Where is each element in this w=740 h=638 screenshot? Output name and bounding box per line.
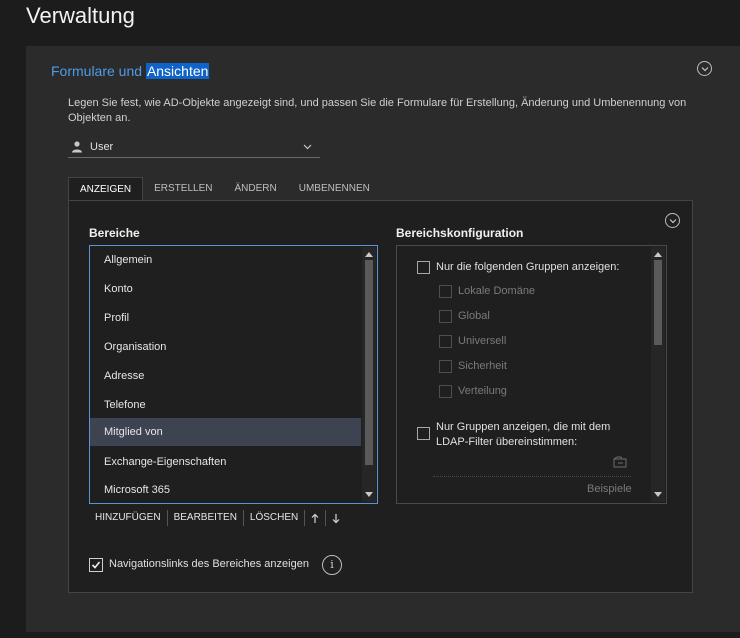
scroll-up-icon[interactable] [365,252,373,257]
group-type-label: Sicherheit [458,360,507,372]
list-item-allgemein[interactable]: Allgemein [90,246,361,274]
info-icon[interactable]: i [322,555,342,575]
list-item-adresse[interactable]: Adresse [90,362,361,390]
panel-collapse-chevron-icon[interactable] [665,213,680,228]
ldap-filter-checkbox[interactable] [417,427,430,440]
tab-umbenennen[interactable]: UMBENENNEN [288,177,381,201]
tab-panel-anzeigen: Bereiche Allgemein Konto Profil Organisa… [68,200,693,593]
list-item-mitglied-von[interactable]: Mitglied von [90,418,361,446]
form-tabs: ANZEIGEN ERSTELLEN ÄNDERN UMBENENNEN [68,177,381,201]
object-type-value: User [90,140,114,153]
list-item-microsoft-365[interactable]: Microsoft 365 [90,476,361,503]
card-collapse-chevron-icon[interactable] [697,61,712,76]
move-down-arrow-icon[interactable] [326,509,346,527]
page-title: Verwaltung [26,3,135,28]
user-icon [72,140,82,152]
move-up-arrow-icon[interactable] [305,509,325,527]
group-type-label: Universell [458,335,507,347]
delete-button[interactable]: LÖSCHEN [244,509,304,527]
group-type-checkbox-lokale-domaene[interactable] [439,285,452,298]
card-title: Formulare und Ansichten [51,63,210,79]
list-item-profil[interactable]: Profil [90,304,361,332]
filter-edit-icon[interactable] [613,456,627,468]
group-type-label: Global [458,310,490,322]
card-description: Legen Sie fest, wie AD-Objekte angezeigt… [68,97,687,124]
forms-and-views-card: Formulare und Ansichten Legen Sie fest, … [26,46,740,632]
scroll-thumb[interactable] [654,260,662,345]
add-button[interactable]: HINZUFÜGEN [89,509,167,527]
only-groups-label: Nur die folgenden Gruppen anzeigen: [436,261,620,273]
card-title-part2: Ansichten [145,63,210,79]
config-panel: Nur die folgenden Gruppen anzeigen: Loka… [396,245,667,504]
chevron-down-icon [303,144,312,150]
only-groups-checkbox[interactable] [417,261,430,274]
list-item-exchange-eigenschaften[interactable]: Exchange-Eigenschaften [90,448,361,476]
config-heading: Bereichskonfiguration [396,226,524,240]
list-item-organisation[interactable]: Organisation [90,333,361,361]
group-type-label: Verteilung [458,385,507,397]
sections-scrollbar[interactable] [362,247,376,502]
ldap-filter-label: Nur Gruppen anzeigen, die mit dem LDAP-F… [436,421,611,448]
group-type-checkbox-global[interactable] [439,310,452,323]
group-type-label: Lokale Domäne [458,285,536,297]
group-type-checkbox-verteilung[interactable] [439,385,452,398]
config-scrollbar[interactable] [651,247,665,502]
navlinks-label: Navigationslinks des Bereiches anzeigen [109,558,309,570]
edit-button[interactable]: BEARBEITEN [168,509,243,527]
scroll-down-icon[interactable] [365,492,373,497]
card-title-part1: Formulare und [51,63,146,79]
navlinks-checkbox[interactable] [89,558,103,572]
tab-anzeigen[interactable]: ANZEIGEN [68,177,144,201]
sections-listbox[interactable]: Allgemein Konto Profil Organisation Adre… [89,245,378,504]
list-item-konto[interactable]: Konto [90,275,361,303]
object-type-dropdown[interactable]: User [68,136,320,158]
ldap-filter-input[interactable] [433,476,631,477]
scroll-down-icon[interactable] [654,492,662,497]
sections-heading: Bereiche [89,226,140,240]
examples-link[interactable]: Beispiele [587,483,632,495]
group-type-checkbox-sicherheit[interactable] [439,360,452,373]
group-type-checkbox-universell[interactable] [439,335,452,348]
checkmark-icon [91,561,101,569]
scroll-up-icon[interactable] [654,252,662,257]
tab-erstellen[interactable]: ERSTELLEN [143,177,223,201]
tab-aendern[interactable]: ÄNDERN [223,177,287,201]
sections-toolbar: HINZUFÜGEN BEARBEITEN LÖSCHEN [89,507,346,529]
scroll-thumb[interactable] [365,260,373,465]
list-item-telefone[interactable]: Telefone [90,391,361,419]
